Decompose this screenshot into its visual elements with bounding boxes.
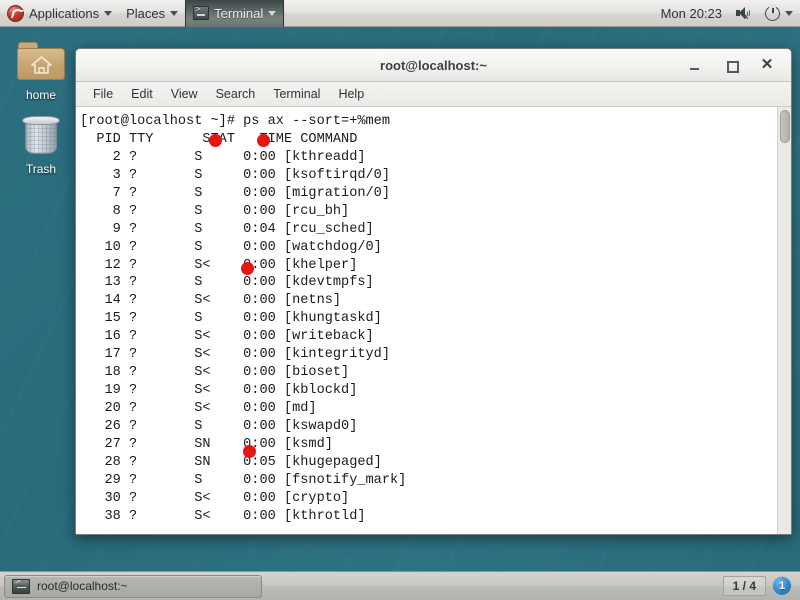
clock[interactable]: Mon 20:23 — [655, 6, 728, 21]
menu-item-edit[interactable]: Edit — [122, 82, 162, 107]
system-menu-button[interactable] — [758, 0, 800, 27]
home-folder-icon — [6, 36, 76, 86]
taskbar-item-label: root@localhost:~ — [37, 579, 128, 593]
terminal-row: 10 ? S 0:00 [watchdog/0] — [80, 239, 382, 255]
volume-muted-icon: x — [735, 5, 751, 21]
window-title: root@localhost:~ — [380, 57, 487, 73]
terminal-row: 27 ? SN 0:00 [ksmd] — [80, 436, 333, 452]
terminal-row: 19 ? S< 0:00 [kblockd] — [80, 383, 358, 399]
window-titlebar[interactable]: root@localhost:~ ✕ — [76, 49, 791, 82]
terminal-row: 12 ? S< 0:00 [khelper] — [80, 257, 358, 273]
applications-menu-label: Applications — [29, 5, 100, 21]
active-app-label: Terminal — [214, 5, 264, 21]
maximize-button[interactable] — [724, 58, 739, 73]
menu-item-file[interactable]: File — [84, 82, 122, 107]
window-controls: ✕ — [688, 57, 791, 73]
desktop-icon-label: home — [25, 88, 57, 102]
chevron-down-icon — [170, 10, 179, 16]
minimize-button[interactable] — [688, 58, 702, 72]
house-glyph — [31, 56, 52, 74]
terminal-row: 16 ? S< 0:00 [writeback] — [80, 329, 374, 345]
chevron-down-icon — [104, 10, 113, 16]
workspace-switcher[interactable]: 1 — [772, 576, 792, 596]
terminal-row: 17 ? S< 0:00 [kintegrityd] — [80, 347, 390, 363]
terminal-row: 38 ? S< 0:00 [kthrotld] — [80, 508, 366, 524]
desktop-icon-home[interactable]: home — [6, 36, 76, 102]
terminal-row: 3 ? S 0:00 [ksoftirqd/0] — [80, 167, 390, 183]
terminal-row: 8 ? S 0:00 [rcu_bh] — [80, 203, 350, 219]
terminal-output[interactable]: [root@localhost ~]# ps ax --sort=+%mem P… — [76, 107, 777, 534]
terminal-row: 7 ? S 0:00 [migration/0] — [80, 185, 390, 201]
places-menu-label: Places — [126, 5, 166, 21]
terminal-row: 26 ? S 0:00 [kswapd0] — [80, 418, 358, 434]
fedora-logo-icon — [7, 4, 24, 22]
taskbar-item-terminal[interactable]: root@localhost:~ — [4, 574, 262, 598]
terminal-header-line: PID TTY STAT TIME COMMAND — [80, 131, 358, 147]
terminal-row: 14 ? S< 0:00 [netns] — [80, 293, 342, 309]
chevron-down-icon — [785, 10, 793, 16]
workspace-count[interactable]: 1 / 4 — [722, 576, 766, 596]
scrollbar-thumb[interactable] — [780, 110, 790, 143]
desktop-icon-label: Trash — [25, 162, 57, 176]
terminal-icon — [193, 6, 210, 20]
menu-bar: File Edit View Search Terminal Help — [76, 82, 791, 107]
terminal-scrollbar[interactable] — [777, 107, 791, 534]
applications-menu[interactable]: Applications — [0, 0, 119, 27]
menu-item-terminal[interactable]: Terminal — [264, 82, 329, 107]
top-panel: Applications Places Terminal Mon 20:23 x — [0, 0, 800, 27]
terminal-window: root@localhost:~ ✕ File Edit View Search… — [75, 48, 792, 535]
terminal-row: 20 ? S< 0:00 [md] — [80, 401, 317, 416]
chevron-down-icon — [268, 10, 277, 16]
trash-icon — [6, 110, 76, 160]
terminal-row: 29 ? S 0:00 [fsnotify_mark] — [80, 472, 407, 488]
terminal-row: 18 ? S< 0:00 [bioset] — [80, 365, 350, 381]
terminal-row: 9 ? S 0:04 [rcu_sched] — [80, 221, 374, 237]
terminal-row: 2 ? S 0:00 [kthreadd] — [80, 149, 366, 165]
volume-muted-button[interactable]: x — [728, 0, 758, 27]
power-icon — [765, 3, 780, 21]
menu-item-search[interactable]: Search — [207, 82, 265, 107]
terminal-row: 28 ? SN 0:05 [khugepaged] — [80, 454, 382, 470]
terminal-row: 30 ? S< 0:00 [crypto] — [80, 490, 350, 506]
terminal-row: 15 ? S 0:00 [khungtaskd] — [80, 311, 382, 327]
menu-item-help[interactable]: Help — [329, 82, 373, 107]
places-menu[interactable]: Places — [119, 0, 185, 27]
terminal-icon — [12, 578, 30, 594]
terminal-body[interactable]: [root@localhost ~]# ps ax --sort=+%mem P… — [76, 107, 791, 534]
terminal-row: 13 ? S 0:00 [kdevtmpfs] — [80, 275, 374, 291]
terminal-prompt-line: [root@localhost ~]# ps ax --sort=+%mem — [80, 114, 390, 129]
active-app-menu-terminal[interactable]: Terminal — [185, 0, 285, 27]
close-button[interactable]: ✕ — [760, 57, 774, 72]
menu-item-view[interactable]: View — [162, 82, 207, 107]
desktop-icon-trash[interactable]: Trash — [6, 110, 76, 176]
bottom-panel: root@localhost:~ 1 / 4 1 — [0, 571, 800, 600]
